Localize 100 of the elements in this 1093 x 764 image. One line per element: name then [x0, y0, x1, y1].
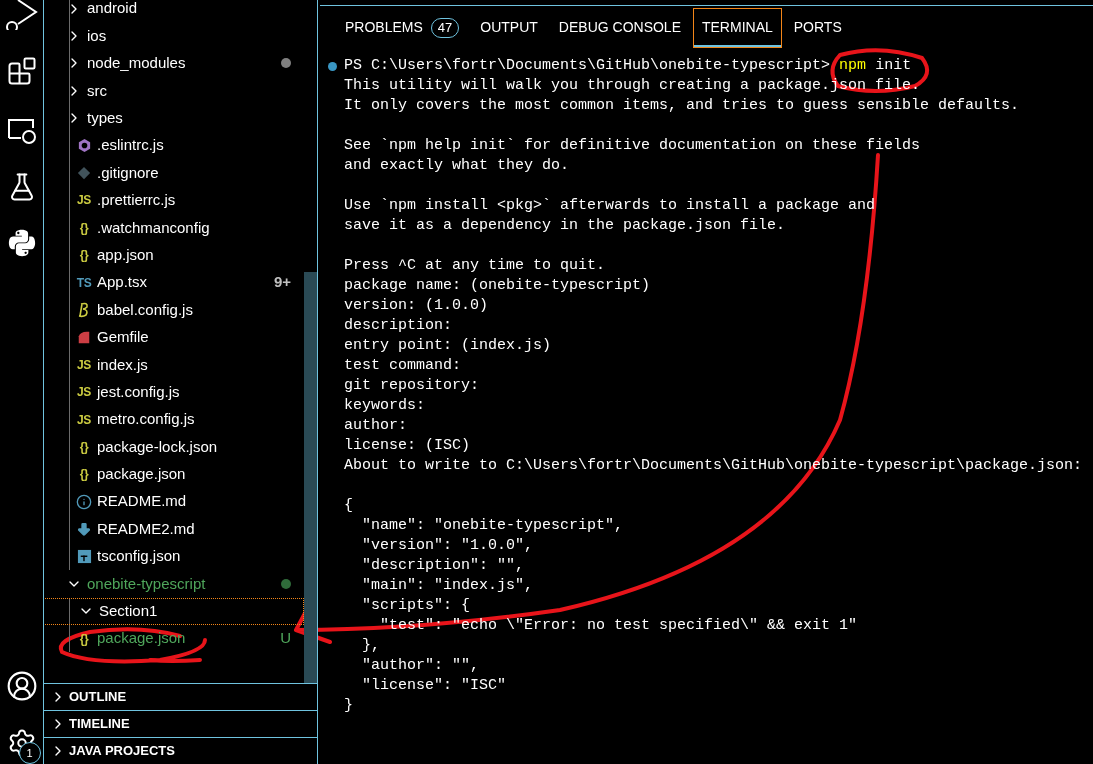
section-title: JAVA PROJECTS	[69, 742, 175, 761]
tree-item[interactable]: {} package-lock.json	[44, 433, 304, 461]
tree-item[interactable]: JS jest.config.js	[44, 378, 304, 406]
file-name: app.json	[97, 244, 154, 265]
file-name: android	[87, 0, 138, 19]
terminal-line: },	[361, 637, 380, 654]
section-header[interactable]: JAVA PROJECTS	[44, 737, 317, 764]
status-label: U	[280, 628, 291, 649]
panel-tab[interactable]: OUTPUT	[471, 7, 547, 48]
tree-item[interactable]: README2.md	[44, 515, 304, 543]
file-name: package.json	[97, 628, 186, 649]
notification-badge: 1	[18, 742, 41, 764]
file-name: ios	[87, 25, 107, 46]
file-name: Section1	[99, 601, 158, 622]
tree-item[interactable]: types	[44, 104, 304, 132]
terminal-line: Press ^C at any time to quit.	[344, 257, 606, 274]
tree-item[interactable]: TS App.tsx 9+	[44, 268, 304, 297]
tree-item[interactable]: .eslintrc.js	[44, 131, 304, 160]
terminal-line: PS C:\Users\fortr\Documents\GitHub\onebite-typescript> npm init	[344, 56, 912, 76]
tree-item[interactable]: {} .watchmanconfig	[44, 214, 304, 242]
tree-item[interactable]: JS .prettierrc.js	[44, 186, 304, 215]
section-header[interactable]: OUTLINE	[44, 683, 317, 710]
account-icon[interactable]	[5, 670, 38, 702]
terminal-line: "scripts": {	[361, 597, 471, 614]
tree-item[interactable]: .gitignore	[44, 159, 304, 187]
terminal-line: git repository:	[344, 377, 480, 394]
tree-item[interactable]: babel.config.js	[44, 296, 304, 324]
terminal-line: "author": "",	[361, 657, 480, 674]
terminal-line: }	[344, 697, 353, 714]
section-title: OUTLINE	[69, 688, 127, 707]
file-type-icon: {}	[79, 468, 89, 481]
terminal-line: license: (ISC)	[344, 437, 471, 454]
panel-tab[interactable]: DEBUG CONSOLE	[549, 7, 690, 48]
panel-tab[interactable]: TERMINAL	[693, 7, 782, 48]
file-name: types	[87, 108, 123, 128]
file-name: package.json	[97, 464, 186, 485]
terminal-line: keywords:	[344, 397, 425, 414]
file-name: App.tsx	[97, 272, 148, 293]
panel-tab[interactable]: PORTS	[784, 7, 851, 48]
file-name: index.js	[97, 354, 148, 375]
terminal-line: and exactly what they do.	[344, 157, 570, 174]
file-name: Gemfile	[97, 327, 149, 348]
terminal-line: It only covers the most common items, and tries to guess sensible defaults.	[344, 97, 1020, 114]
file-type-icon: JS	[76, 194, 92, 207]
file-type-icon: JS	[76, 413, 92, 426]
file-name: package-lock.json	[97, 436, 218, 457]
remote-explorer-icon[interactable]	[6, 116, 37, 146]
file-type-icon: {}	[79, 632, 89, 645]
tree-item[interactable]: onebite-typescript	[44, 570, 304, 598]
file-name: .eslintrc.js	[97, 135, 164, 156]
file-name: tsconfig.json	[97, 546, 181, 567]
panel-tab[interactable]: PROBLEMS 47	[336, 7, 469, 48]
terminal-line: save it as a dependency in the package.json file.	[344, 217, 786, 234]
tree-item[interactable]: Gemfile	[44, 323, 304, 352]
terminal-line: "description": "",	[361, 557, 525, 574]
terminal-line: "main": "index.js",	[361, 577, 534, 594]
terminal-line: test command:	[344, 357, 462, 374]
tree-item[interactable]: JS index.js	[44, 351, 304, 379]
terminal-line: {	[344, 497, 353, 514]
scrollbar[interactable]	[304, 272, 317, 683]
file-name: .prettierrc.js	[97, 190, 176, 211]
run-debug-icon[interactable]	[5, 0, 38, 30]
file-type-icon: JS	[76, 358, 92, 371]
terminal-line: "name": "onebite-typescript",	[361, 517, 624, 534]
tree-item[interactable]: src	[44, 77, 304, 105]
tree-item[interactable]: tsconfig.json	[44, 542, 304, 571]
python-icon[interactable]	[6, 228, 37, 258]
file-type-icon: {}	[79, 440, 89, 453]
file-name: metro.config.js	[97, 409, 195, 430]
file-name: node_modules	[87, 53, 186, 74]
terminal-line: entry point: (index.js)	[344, 337, 552, 354]
terminal-line: author:	[344, 417, 407, 434]
tree-item[interactable]: node_modules	[44, 49, 304, 78]
tree-item[interactable]: Section1	[44, 597, 304, 625]
terminal-line: description:	[344, 317, 453, 334]
tree-item[interactable]: README.md	[44, 488, 304, 516]
tree-item[interactable]: {} package.json U	[44, 625, 304, 653]
file-type-icon: {}	[79, 221, 89, 234]
section-header[interactable]: TIMELINE	[44, 710, 317, 737]
terminal-line: "license": "ISC"	[361, 677, 507, 694]
file-name: .watchmanconfig	[97, 217, 210, 238]
file-type-icon: TS	[76, 276, 92, 289]
status-label: 9+	[273, 272, 291, 293]
terminal-line: package name: (onebite-typescript)	[344, 277, 651, 294]
terminal-line: version: (1.0.0)	[344, 297, 489, 314]
terminal-line: See `npm help init` for definitive documentation on these fields	[344, 137, 921, 154]
tree-item[interactable]: android	[44, 0, 304, 23]
file-name: onebite-typescript	[87, 573, 206, 594]
file-name: jest.config.js	[97, 381, 180, 402]
tree-item[interactable]: {} package.json	[44, 460, 304, 489]
extensions-icon[interactable]	[6, 56, 37, 86]
section-title: TIMELINE	[69, 715, 130, 734]
file-name: babel.config.js	[97, 299, 193, 320]
file-name: src	[87, 80, 107, 101]
tree-item[interactable]: JS metro.config.js	[44, 405, 304, 434]
file-name: .gitignore	[97, 162, 159, 183]
tree-item[interactable]: {} app.json	[44, 241, 304, 269]
tree-item[interactable]: ios	[44, 22, 304, 50]
file-name: README.md	[97, 491, 187, 512]
file-name: README2.md	[97, 518, 195, 539]
